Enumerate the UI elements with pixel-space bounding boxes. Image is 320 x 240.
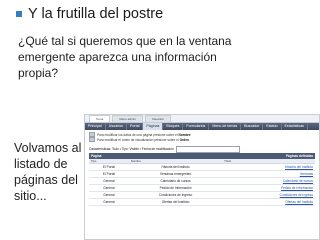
- nav-item-paginas[interactable]: Páginas: [143, 123, 164, 130]
- cell-type: General: [89, 191, 129, 199]
- info-strong: Orden: [179, 137, 189, 142]
- nav-item-estado[interactable]: Estado: [263, 123, 282, 130]
- slide-question: ¿Qué tal si queremos que en la ventana e…: [18, 34, 232, 80]
- cell-name[interactable]: Ofertas del Instituto: [128, 198, 223, 206]
- nav-item-bloques[interactable]: Bloques: [163, 123, 184, 130]
- table-row: General Ofertas del Instituto Ofertas de…: [89, 198, 315, 206]
- slide-side-note: Volvamos al listado de páginas del sitio…: [14, 141, 82, 203]
- slide-bullet: Y la frutilla del postre: [16, 6, 163, 22]
- table-row: El Portal Historia del Instituto Histori…: [89, 163, 315, 171]
- cell-title-link[interactable]: Ofertas del Instituto: [222, 198, 315, 206]
- cell-title-link[interactable]: Pedido de Información: [222, 184, 315, 192]
- cell-type: El Portal: [89, 163, 129, 171]
- browser-tab-strip: Tema Menu admin Usuarios: [85, 115, 319, 123]
- info-text: Para modificar los datos de una página p…: [97, 132, 178, 137]
- table-row: El Portal Ventanas emergentes Ventanas: [89, 170, 315, 178]
- cell-type: General: [89, 198, 129, 206]
- cell-name[interactable]: Condiciones de Ingreso: [128, 191, 223, 199]
- browser-tab[interactable]: Menu admin: [112, 115, 143, 122]
- admin-nav-bar: Principal Usuarios Portal Páginas Bloque…: [85, 123, 319, 130]
- browser-tab[interactable]: Tema: [89, 115, 111, 122]
- cell-name[interactable]: Pedido de Información: [128, 184, 223, 192]
- cell-type: General: [89, 184, 129, 192]
- filter-bar: Características: Todo • Tipo: Visible • …: [89, 145, 315, 153]
- pages-table: Página Páginas definidas Tipo Nombre Tít…: [89, 153, 315, 206]
- nav-item-buscador[interactable]: Buscador: [241, 123, 264, 130]
- nav-item-portal[interactable]: Portal: [127, 123, 144, 130]
- filter-label: Características: Todo • Tipo: Visible • …: [89, 147, 174, 151]
- browser-tab[interactable]: Usuarios: [144, 115, 171, 122]
- nav-item-menu-temas[interactable]: Menu de temas: [209, 123, 242, 130]
- filter-input[interactable]: [175, 145, 240, 153]
- cell-type: El Portal: [89, 170, 129, 178]
- info-panel: Para modificar los datos de una página p…: [85, 130, 319, 144]
- cell-title-link[interactable]: Calendario de cursos: [222, 177, 315, 185]
- nav-item-principal[interactable]: Principal: [85, 123, 106, 130]
- cell-title-link[interactable]: Historia del Instituto: [222, 163, 315, 171]
- info-text: Para modificar el orden de visualización…: [97, 137, 179, 142]
- cell-name[interactable]: Ventanas emergentes: [128, 170, 223, 178]
- table-row: General Condiciones de Ingreso Condicion…: [89, 191, 315, 199]
- table-row: General Calendario de cursos Calendario …: [89, 177, 315, 185]
- cell-title-link[interactable]: Ventanas: [222, 170, 315, 178]
- nav-item-formularios[interactable]: Formularios: [183, 123, 210, 130]
- table-row: General Pedido de Información Pedido de …: [89, 184, 315, 192]
- cell-name[interactable]: Calendario de cursos: [128, 177, 223, 185]
- cell-title-link[interactable]: Condiciones de ingreso: [222, 191, 315, 199]
- embedded-screenshot: Tema Menu admin Usuarios Principal Usuar…: [84, 114, 320, 240]
- bullet-square-icon: [16, 11, 22, 17]
- nav-item-usuarios[interactable]: Usuarios: [106, 123, 127, 130]
- nav-item-estadisticas[interactable]: Estadísticas: [282, 123, 308, 130]
- info-line: Para modificar el orden de visualización…: [89, 137, 315, 142]
- info-strong: Nombre: [178, 132, 191, 137]
- info-bullet-icon: [89, 137, 95, 142]
- cell-type: General: [89, 177, 129, 185]
- slide-heading: Y la frutilla del postre: [28, 6, 164, 22]
- cell-name[interactable]: Historia del Instituto: [128, 163, 223, 171]
